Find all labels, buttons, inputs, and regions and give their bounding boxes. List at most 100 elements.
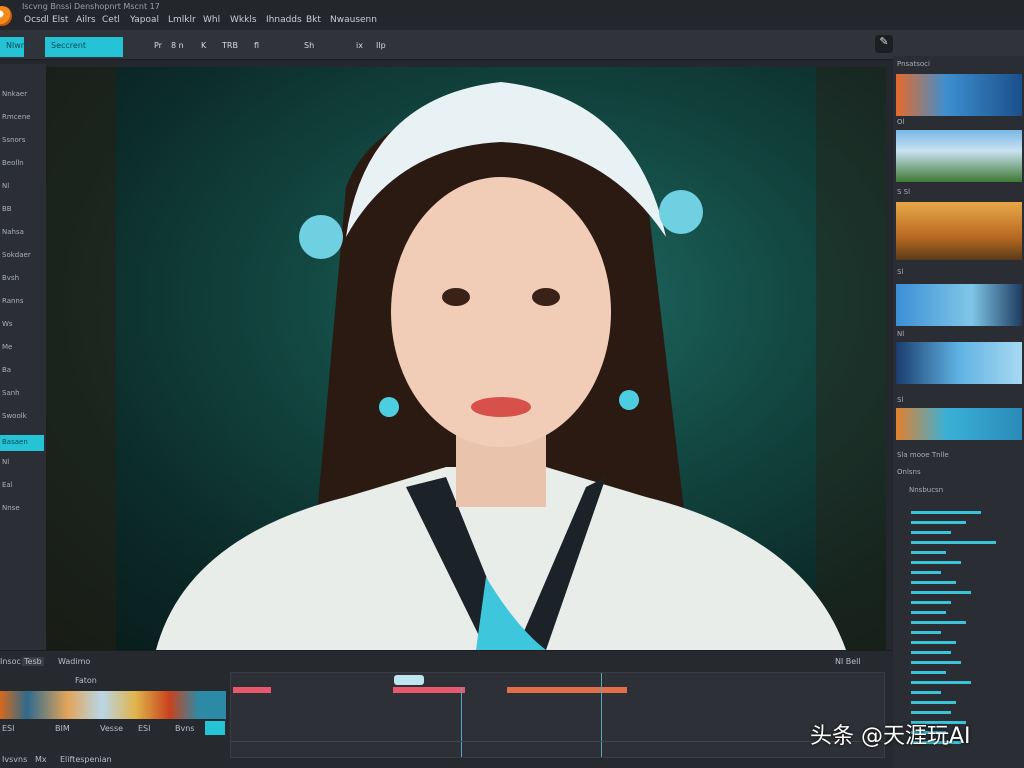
menu-item[interactable]: Ihnadds xyxy=(266,15,302,25)
section-label: S Sl xyxy=(897,188,911,196)
media-thumbnail[interactable] xyxy=(896,130,1022,182)
clip-thumbnails[interactable] xyxy=(0,691,226,719)
row-label: ESI xyxy=(138,724,151,733)
sidebar-item[interactable]: Nl xyxy=(0,182,44,190)
toolbar-tool[interactable]: K xyxy=(195,37,212,57)
row-label: Bvns xyxy=(175,724,195,733)
sidebar-item[interactable]: Ba xyxy=(0,366,44,374)
footer-label: Mx xyxy=(35,755,47,764)
section-label: Sl xyxy=(897,396,904,404)
section-label: Sl xyxy=(897,268,904,276)
panel-header: Pnsatsoci xyxy=(897,60,930,68)
sidebar-item[interactable]: Nnkaer xyxy=(0,90,44,98)
toolbar-tool[interactable]: Ilp xyxy=(370,37,392,57)
sidebar-item[interactable]: Basaen xyxy=(0,435,44,451)
list-bar xyxy=(911,611,946,614)
menu-item[interactable]: Bkt xyxy=(306,15,321,25)
timeline-clip[interactable] xyxy=(507,687,627,693)
add-icon[interactable] xyxy=(205,721,225,735)
media-thumbnail[interactable] xyxy=(896,408,1022,440)
toolbar-tool[interactable]: TRB xyxy=(216,37,244,57)
sub-label: Faton xyxy=(75,676,97,685)
menu-item[interactable]: Ocsdl xyxy=(24,15,49,25)
timeline-clip[interactable] xyxy=(393,687,465,693)
toolbar-tool[interactable]: ix xyxy=(350,37,369,57)
list-item[interactable]: Nnsbucsn xyxy=(909,486,943,494)
row-label: BIM xyxy=(55,724,70,733)
sidebar-item[interactable]: Beolln xyxy=(0,159,44,167)
left-panel: Nnkaer Rmcene Ssnors Beolln Nl BB Nahsa Sokdaer… xyxy=(0,64,46,650)
list-bar xyxy=(911,651,951,654)
playhead[interactable] xyxy=(461,687,462,757)
sidebar-item[interactable]: Rmcene xyxy=(0,113,44,121)
toolbar-tool[interactable]: 8 n xyxy=(165,37,190,57)
list-bar xyxy=(911,641,956,644)
menu-bar: Iscvng Bnssi Denshopnrt Mscnt 17 Ocsdl El… xyxy=(0,0,1024,30)
list-bar xyxy=(911,511,981,514)
tab-tesb[interactable]: Tesb xyxy=(22,657,44,666)
sidebar-item[interactable]: Eal xyxy=(0,481,44,489)
sidebar-item[interactable]: Sanh xyxy=(0,389,44,397)
media-thumbnail[interactable] xyxy=(896,202,1022,260)
timeline-clip[interactable] xyxy=(233,687,271,693)
menu-item[interactable]: Elst xyxy=(52,15,68,25)
sidebar-item[interactable]: Ws xyxy=(0,320,44,328)
list-bar xyxy=(911,631,941,634)
search-button[interactable]: Seccrent xyxy=(45,37,123,57)
list-bar xyxy=(911,541,996,544)
sidebar-item[interactable]: Me xyxy=(0,343,44,351)
left-button[interactable]: Nlwnd xyxy=(0,37,31,57)
list-bar xyxy=(911,521,966,524)
sidebar-item[interactable]: Nahsa xyxy=(0,228,44,236)
panel-label: Wadimo xyxy=(58,657,91,666)
list-bar xyxy=(911,571,941,574)
list-bar xyxy=(911,711,951,714)
list-bar xyxy=(911,701,956,704)
menu-item[interactable]: Wkkls xyxy=(230,15,257,25)
sidebar-item[interactable]: Sokdaer xyxy=(0,251,44,259)
menu-item[interactable]: Lmlklr xyxy=(168,15,196,25)
menu-item[interactable]: Ailrs xyxy=(76,15,96,25)
list-bar xyxy=(911,581,956,584)
list-bar xyxy=(911,681,971,684)
menu-item[interactable]: Nwausenn xyxy=(330,15,377,25)
sidebar-item[interactable]: Bvsh xyxy=(0,274,44,282)
media-thumbnail[interactable] xyxy=(896,342,1022,384)
row-label: Vesse xyxy=(100,724,124,733)
video-preview[interactable] xyxy=(46,67,886,650)
playhead[interactable] xyxy=(601,673,602,757)
sidebar-item[interactable]: Nl xyxy=(0,458,44,466)
toolbar-tool[interactable]: fl xyxy=(248,37,265,57)
pen-icon[interactable]: ✎ xyxy=(875,35,893,53)
list-bar xyxy=(911,601,951,604)
timeline-tracks[interactable] xyxy=(230,672,885,758)
media-thumbnail[interactable] xyxy=(896,284,1022,326)
sidebar-item[interactable]: BB xyxy=(0,205,44,213)
footer-label: Eliftespenian xyxy=(60,755,112,764)
menu-item[interactable]: Yapoal xyxy=(130,15,159,25)
menu-item[interactable]: Whl xyxy=(203,15,220,25)
preview-image xyxy=(46,67,886,650)
track-divider xyxy=(231,741,884,742)
section-label: Nl xyxy=(897,330,905,338)
media-header: Sla mooe Tnlle xyxy=(897,451,949,459)
row-label: ESI xyxy=(2,724,15,733)
footer-label: Ivsvns xyxy=(2,755,28,764)
list-bar xyxy=(911,561,961,564)
list-bar xyxy=(911,661,961,664)
sidebar-item[interactable]: Swoolk xyxy=(0,412,44,420)
sidebar-item[interactable]: Ssnors xyxy=(0,136,44,144)
watermark: 头条 @天涯玩AI xyxy=(810,724,971,749)
section-label: Ol xyxy=(897,118,905,126)
list-bar xyxy=(911,691,941,694)
toolbar-tool[interactable]: Sh xyxy=(298,37,320,57)
app-logo xyxy=(0,6,12,26)
menu-item[interactable]: Cetl xyxy=(102,15,120,25)
sidebar-item[interactable]: Ranns xyxy=(0,297,44,305)
playhead-marker[interactable] xyxy=(394,675,424,685)
sidebar-item[interactable]: Nnse xyxy=(0,504,44,512)
tab-insoc[interactable]: Insoc xyxy=(0,657,21,666)
timeline-tools[interactable]: Nl Bell xyxy=(835,657,861,666)
media-thumbnail[interactable] xyxy=(896,74,1022,116)
list-bar xyxy=(911,591,971,594)
